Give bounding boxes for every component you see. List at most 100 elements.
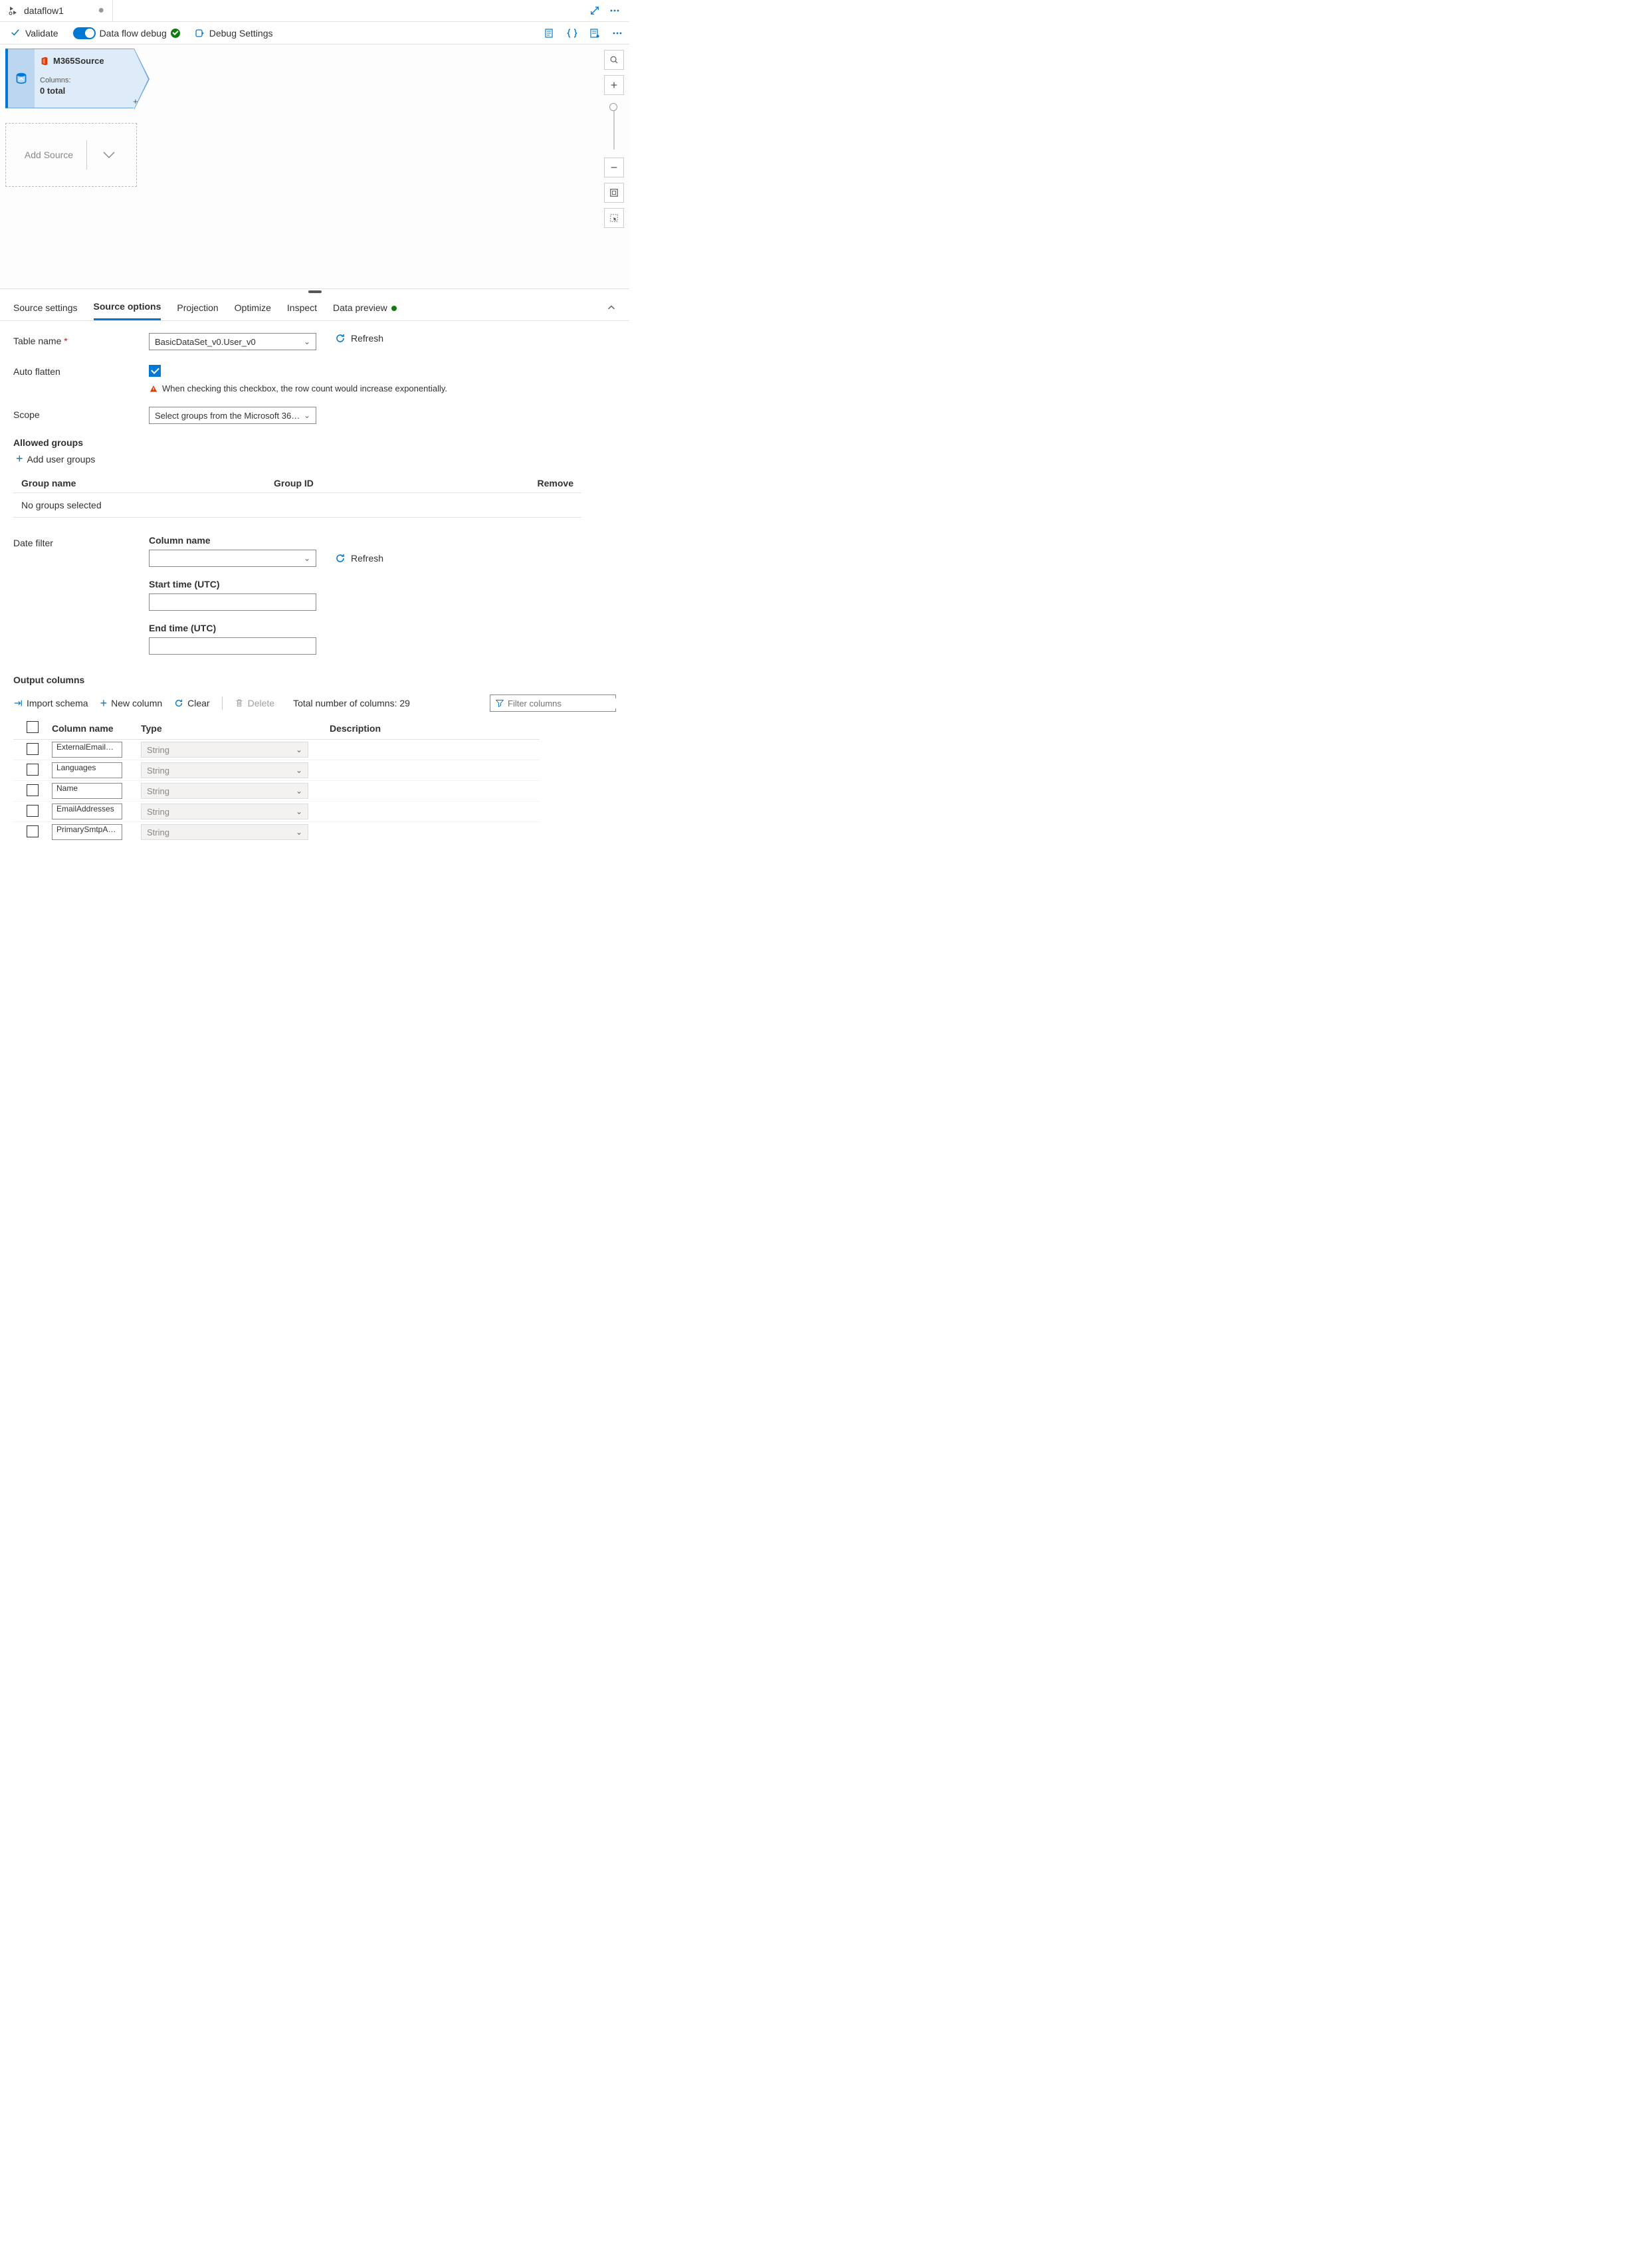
more-toolbar-icon[interactable] [611, 27, 624, 40]
type-select[interactable]: String⌄ [141, 762, 308, 778]
add-step-icon[interactable]: + [133, 96, 138, 106]
zoom-in-button[interactable] [604, 75, 624, 95]
column-name-input[interactable]: EmailAddresses [52, 803, 122, 819]
node-columns-count: 0 total [40, 86, 128, 96]
column-name-sublabel: Column name [149, 535, 383, 546]
type-select[interactable]: String⌄ [141, 783, 308, 799]
tab-data-preview[interactable]: Data preview [333, 296, 397, 320]
zoom-out-button[interactable] [604, 158, 624, 177]
tab-optimize[interactable]: Optimize [235, 296, 271, 320]
row-checkbox[interactable] [27, 784, 39, 796]
toggle-switch[interactable] [73, 27, 96, 39]
group-id-header: Group ID [274, 478, 526, 488]
select-all-checkbox[interactable] [27, 721, 39, 733]
add-user-groups-button[interactable]: + Add user groups [16, 452, 616, 466]
column-name-header: Column name [52, 723, 132, 734]
row-checkbox[interactable] [27, 805, 39, 817]
refresh-icon [335, 553, 346, 564]
warning-icon [149, 384, 158, 393]
add-source-button[interactable]: Add Source [5, 123, 137, 187]
fit-screen-button[interactable] [604, 183, 624, 203]
source-node[interactable]: M365Source Columns: 0 total [5, 49, 134, 108]
more-icon[interactable] [608, 4, 621, 17]
type-select[interactable]: String⌄ [141, 824, 308, 840]
office-icon [40, 56, 49, 66]
type-header: Type [141, 723, 320, 734]
debug-settings-icon [195, 28, 205, 39]
end-time-input[interactable] [149, 637, 316, 655]
scope-select[interactable]: Select groups from the Microsoft 36… ⌄ [149, 407, 316, 424]
code-braces-icon[interactable] [566, 27, 579, 40]
clear-button[interactable]: Clear [174, 698, 209, 708]
allowed-groups-table: Group name Group ID Remove No groups sel… [13, 474, 581, 518]
filter-icon [496, 699, 504, 707]
script-icon[interactable] [543, 27, 556, 40]
start-time-input[interactable] [149, 593, 316, 611]
table-row: ExternalEmailAdd String⌄ [13, 740, 540, 760]
date-column-select[interactable]: ⌄ [149, 550, 316, 567]
auto-flatten-warning: When checking this checkbox, the row cou… [162, 383, 447, 393]
import-schema-button[interactable]: Import schema [13, 698, 88, 708]
auto-flatten-checkbox[interactable] [149, 365, 161, 377]
refresh-date-columns-button[interactable]: Refresh [335, 553, 383, 564]
type-select[interactable]: String⌄ [141, 803, 308, 819]
node-columns-label: Columns: [40, 76, 128, 84]
document-tab-bar: dataflow1 ● [0, 0, 629, 22]
add-source-label: Add Source [25, 150, 73, 160]
row-checkbox[interactable] [27, 825, 39, 837]
expand-icon[interactable] [588, 4, 601, 17]
chevron-down-icon: ⌄ [304, 411, 310, 420]
column-name-input[interactable]: ExternalEmailAdd [52, 742, 122, 758]
output-columns-label: Output columns [13, 675, 616, 685]
tab-source-options[interactable]: Source options [94, 294, 161, 320]
table-name-select[interactable]: BasicDataSet_v0.User_v0 ⌄ [149, 333, 316, 350]
column-name-input[interactable]: Languages [52, 762, 122, 778]
debug-label: Data flow debug [100, 28, 167, 39]
debug-toggle[interactable]: Data flow debug [68, 27, 185, 39]
column-name-input[interactable]: PrimarySmtpAddr [52, 824, 122, 840]
tab-projection[interactable]: Projection [177, 296, 218, 320]
filter-columns-input[interactable] [490, 695, 616, 712]
debug-settings-button[interactable]: Debug Settings [189, 28, 278, 39]
table-name-label: Table name * [13, 333, 149, 346]
auto-flatten-label: Auto flatten [13, 364, 149, 377]
remove-header: Remove [526, 478, 573, 488]
validate-label: Validate [25, 28, 58, 39]
chevron-down-icon[interactable] [100, 146, 118, 163]
properties-icon[interactable] [588, 27, 601, 40]
delete-button: Delete [235, 698, 274, 708]
debug-settings-label: Debug Settings [209, 28, 273, 39]
end-time-label: End time (UTC) [149, 623, 383, 633]
refresh-table-button[interactable]: Refresh [335, 333, 383, 344]
preview-status-icon [391, 306, 397, 311]
refresh-icon [335, 333, 346, 344]
scope-label: Scope [13, 407, 149, 420]
type-select[interactable]: String⌄ [141, 742, 308, 758]
tab-inspect[interactable]: Inspect [287, 296, 317, 320]
table-row: PrimarySmtpAddr String⌄ [13, 822, 540, 841]
source-options-panel: Table name * BasicDataSet_v0.User_v0 ⌄ R… [0, 321, 629, 841]
select-mode-button[interactable] [604, 208, 624, 228]
new-column-button[interactable]: + New column [100, 696, 163, 710]
tab-source-settings[interactable]: Source settings [13, 296, 78, 320]
description-header: Description [330, 723, 526, 734]
chevron-down-icon: ⌄ [304, 554, 310, 563]
row-checkbox[interactable] [27, 743, 39, 755]
search-canvas-button[interactable] [604, 50, 624, 70]
table-row: Name String⌄ [13, 781, 540, 802]
group-name-header: Group name [21, 478, 274, 488]
table-row: Languages String⌄ [13, 760, 540, 781]
source-type-icon [8, 49, 35, 108]
no-groups-message: No groups selected [13, 493, 581, 518]
node-title-text: M365Source [53, 56, 104, 66]
column-name-input[interactable]: Name [52, 783, 122, 799]
zoom-slider[interactable] [613, 100, 615, 152]
collapse-panel-icon[interactable] [607, 303, 616, 312]
trash-icon [235, 698, 244, 708]
validate-button[interactable]: Validate [5, 28, 64, 39]
unsaved-indicator: ● [98, 5, 104, 17]
document-tab[interactable]: dataflow1 ● [0, 0, 113, 21]
panel-drag-handle[interactable] [0, 289, 629, 294]
row-checkbox[interactable] [27, 764, 39, 776]
dataflow-canvas[interactable]: M365Source Columns: 0 total + Add Source [0, 45, 629, 289]
